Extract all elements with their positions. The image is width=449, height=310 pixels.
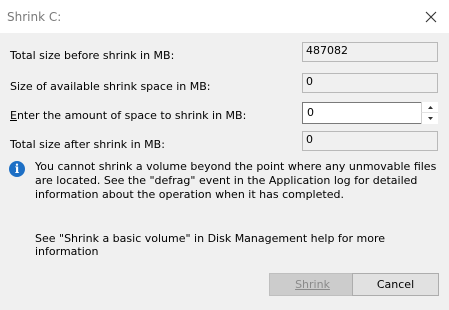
available-shrink-space-label: Size of available shrink space in MB:	[10, 80, 211, 93]
total-size-before-field: 487082	[302, 42, 438, 62]
spin-down-icon	[428, 117, 433, 120]
cancel-button-label: Cancel	[376, 278, 415, 291]
shrink-amount-stepper[interactable]	[421, 102, 438, 124]
title-bar: Shrink C:	[0, 0, 449, 33]
available-shrink-space-field: 0	[302, 73, 438, 93]
window-title: Shrink C:	[7, 10, 62, 24]
info-icon: i	[9, 161, 25, 177]
shrink-amount-mnemonic: E	[10, 109, 17, 122]
shrink-button-label: Shrink	[295, 278, 330, 291]
close-button[interactable]	[413, 0, 449, 33]
help-text: See "Shrink a basic volume" in Disk Mana…	[35, 232, 386, 258]
info-message: You cannot shrink a volume beyond the po…	[35, 160, 437, 201]
total-size-after-label: Total size after shrink in MB:	[10, 138, 165, 151]
cancel-button[interactable]: Cancel	[352, 273, 439, 296]
close-icon	[425, 11, 437, 23]
shrink-amount-input[interactable]: 0	[302, 102, 422, 124]
shrink-button[interactable]: Shrink	[269, 273, 356, 296]
spin-down-button[interactable]	[421, 113, 438, 124]
shrink-amount-label: Enter the amount of space to shrink in M…	[10, 109, 247, 122]
spin-up-icon	[428, 106, 433, 109]
spin-up-button[interactable]	[421, 102, 438, 113]
total-size-after-field: 0	[302, 131, 438, 151]
total-size-before-label: Total size before shrink in MB:	[10, 49, 175, 62]
